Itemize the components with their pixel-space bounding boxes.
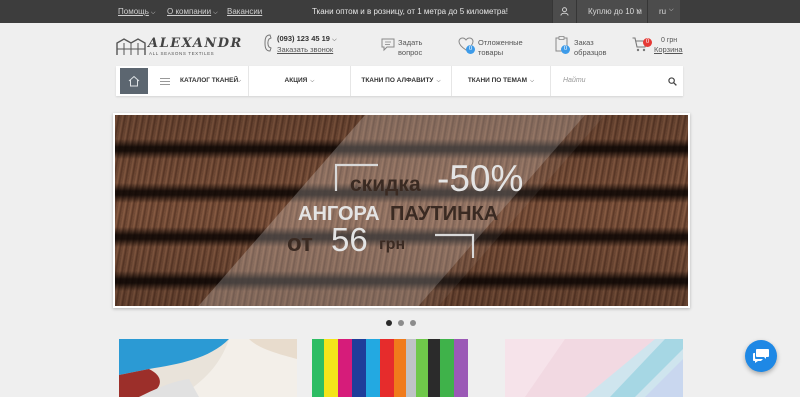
- fabric-name-2: ПАУТИНКА: [390, 203, 499, 225]
- colored-fabric-image: [312, 339, 490, 397]
- account-button[interactable]: [552, 0, 576, 23]
- chat-button[interactable]: [745, 340, 777, 372]
- logo-tagline: ALL SEASONS TEXTILES: [149, 51, 215, 56]
- logo-emblem-icon: [116, 38, 146, 55]
- chevron-down-icon: ⌵: [530, 78, 535, 84]
- nav-alphabet-label: ТКАНИ ПО АЛФАВИТУ: [361, 77, 434, 84]
- nav-themes-label: ТКАНИ ПО ТЕМАМ: [467, 77, 527, 84]
- deferred-count-badge: 0: [466, 45, 475, 54]
- chevron-down-icon: ⌵: [310, 78, 315, 84]
- deferred-line1: Отложенные: [478, 38, 523, 47]
- phone-icon: [264, 34, 272, 52]
- promo-banner[interactable]: скидка -50% АНГОРА ПАУТИНКА от 56 грн: [113, 113, 690, 308]
- cart-link[interactable]: Корзина: [654, 45, 683, 55]
- price-from: от: [287, 230, 313, 257]
- chevron-down-icon: ⌵: [636, 7, 641, 13]
- chat-bubble-icon: [381, 38, 395, 52]
- chevron-down-icon: ⌵: [332, 37, 337, 43]
- samples-line1: Заказ: [574, 38, 594, 47]
- samples-line2: образцов: [574, 48, 607, 57]
- chevron-down-icon: ⌵: [436, 78, 441, 84]
- vacancies-link[interactable]: Вакансии: [227, 7, 262, 16]
- user-icon: [560, 7, 569, 16]
- nav-sale-label: АКЦИЯ: [284, 77, 308, 84]
- search-field[interactable]: Найти: [550, 66, 683, 96]
- nav-alphabet[interactable]: ТКАНИ ПО АЛФАВИТУ ⌵: [350, 66, 451, 96]
- help-label: Помощь: [118, 7, 149, 16]
- menu-icon: [160, 78, 170, 85]
- deferred-goods-link[interactable]: Отложенные товары: [478, 38, 523, 58]
- about-label: О компании: [167, 7, 212, 16]
- price-currency: грн: [379, 236, 406, 253]
- chat-icon: [753, 349, 769, 363]
- phone-number[interactable]: (093) 123 45 19 ⌵: [277, 34, 337, 45]
- chevron-down-icon: ⌵: [237, 78, 242, 84]
- top-bar: Помощь ⌵ О компании ⌵ Вакансии Ткани оптом…: [0, 0, 800, 23]
- callback-link[interactable]: Заказать звонок: [277, 45, 333, 55]
- home-button[interactable]: [120, 68, 148, 94]
- samples-count-badge: 0: [561, 45, 570, 54]
- category-tile-lining[interactable]: [312, 339, 490, 397]
- language-dropdown[interactable]: ru ⌵: [647, 0, 680, 23]
- deferred-line2: товары: [478, 48, 504, 57]
- chevron-down-icon: ⌵: [150, 10, 156, 16]
- chevron-down-icon: ⌵: [213, 10, 218, 16]
- nav-catalog[interactable]: КАТАЛОГ ТКАНЕЙ ⌵: [151, 66, 248, 96]
- ask-question-link[interactable]: Задать вопрос: [398, 38, 422, 58]
- ask-line1: Задать: [398, 38, 423, 47]
- cart-count-badge: 0: [643, 38, 652, 47]
- nav-themes[interactable]: ТКАНИ ПО ТЕМАМ ⌵: [451, 66, 550, 96]
- price-value: 56: [331, 221, 368, 258]
- chevron-down-icon: ⌵: [669, 7, 674, 13]
- buy-dropdown[interactable]: Куплю до 10 м ⌵: [576, 0, 647, 23]
- discount-word: скидка: [350, 173, 421, 196]
- language-label: ru: [659, 7, 667, 16]
- category-tile-pastel[interactable]: [505, 339, 683, 397]
- buy-label: Куплю до 10 м: [588, 7, 642, 16]
- site-logo[interactable]: ALEXANDR ALL SEASONS TEXTILES: [116, 36, 241, 58]
- main-nav: КАТАЛОГ ТКАНЕЙ ⌵ АКЦИЯ ⌵ ТКАНИ ПО АЛФАВИТ…: [116, 66, 683, 96]
- home-icon: [128, 75, 140, 87]
- pastel-fabric-image: [505, 339, 683, 397]
- nav-catalog-label: КАТАЛОГ ТКАНЕЙ: [180, 77, 239, 84]
- logo-brand: ALEXANDR: [148, 36, 243, 51]
- search-icon[interactable]: [668, 77, 677, 86]
- slider-dot[interactable]: [410, 320, 416, 326]
- slider-dot[interactable]: [398, 320, 404, 326]
- slider-dot-active[interactable]: [386, 320, 392, 326]
- category-tile-plush[interactable]: [119, 339, 297, 397]
- plush-fabric-image: [119, 339, 297, 397]
- ask-line2: вопрос: [398, 48, 423, 57]
- nav-sale[interactable]: АКЦИЯ ⌵: [248, 66, 350, 96]
- order-samples-link[interactable]: Заказ образцов: [574, 38, 607, 58]
- discount-value: -50%: [437, 158, 524, 199]
- search-placeholder: Найти: [563, 77, 586, 84]
- phone-text: (093) 123 45 19: [277, 34, 330, 43]
- help-menu[interactable]: Помощь ⌵: [118, 7, 155, 17]
- about-menu[interactable]: О компании ⌵: [167, 7, 218, 17]
- promo-text: Ткани оптом и в розницу, от 1 метра до 5…: [312, 7, 509, 16]
